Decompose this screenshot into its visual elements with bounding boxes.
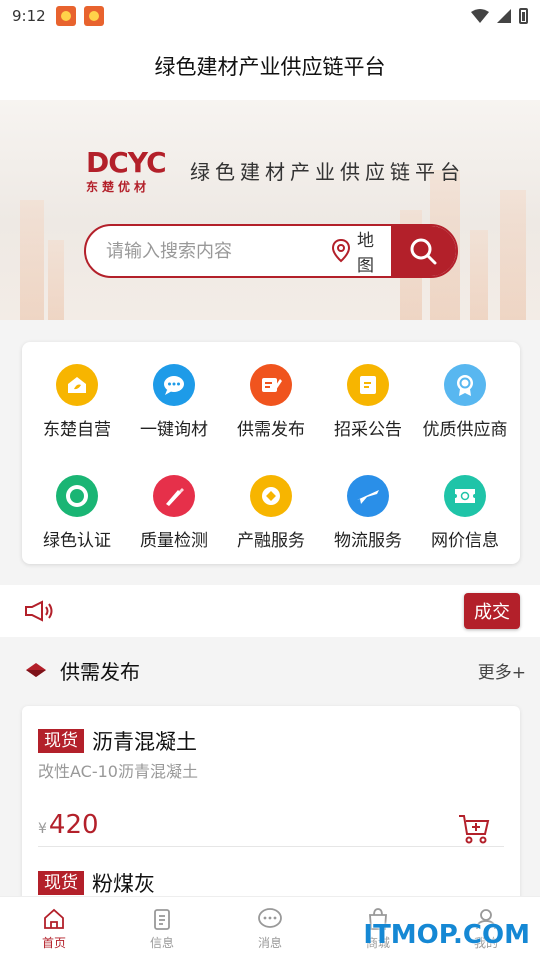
search-input[interactable] xyxy=(86,226,331,276)
grid-item-inquiry[interactable]: 一键询材 xyxy=(125,364,223,440)
product-name: 粉煤灰 xyxy=(92,872,155,896)
app-notification-icon xyxy=(83,6,104,26)
wifi-icon xyxy=(471,9,489,23)
medal-icon xyxy=(444,364,486,406)
edit-note-icon xyxy=(250,364,292,406)
add-to-cart-icon[interactable] xyxy=(458,814,490,844)
more-link[interactable]: 更多+ xyxy=(478,658,526,683)
megaphone-icon xyxy=(25,600,53,622)
product-spec: 改性AC-10沥青混凝土 xyxy=(38,762,198,781)
map-button[interactable]: 地图 xyxy=(331,226,391,276)
status-time: 9:12 xyxy=(12,7,46,25)
battery-icon xyxy=(519,8,528,24)
notice-bar[interactable]: 成交 xyxy=(0,585,540,637)
grid-item-price-info[interactable]: 网价信息 xyxy=(416,475,514,551)
banner-title: 绿色建材产业供应链平台 xyxy=(190,160,465,184)
tab-messages[interactable]: 消息 xyxy=(216,897,324,960)
tools-icon xyxy=(153,475,195,517)
map-pin-icon xyxy=(331,239,351,263)
app-notification-icon xyxy=(55,6,76,26)
clipboard-icon xyxy=(150,907,174,931)
search-button[interactable] xyxy=(390,226,456,276)
product-tag: 现货 xyxy=(38,871,84,895)
brand-logo: DCYC 东楚优材 xyxy=(86,146,167,195)
message-icon xyxy=(257,907,283,931)
signal-icon xyxy=(497,9,511,23)
deal-badge[interactable]: 成交 xyxy=(464,593,520,629)
section-title: 供需发布 xyxy=(60,659,140,684)
grid-item-self-operated[interactable]: 东楚自营 xyxy=(28,364,126,440)
divider xyxy=(38,846,504,847)
certified-icon xyxy=(56,475,98,517)
list-item[interactable]: 现货 粉煤灰 xyxy=(38,868,504,898)
diamond-icon xyxy=(26,663,46,677)
product-tag: 现货 xyxy=(38,729,84,753)
grid-item-publish[interactable]: 供需发布 xyxy=(222,364,320,440)
product-name: 沥青混凝土 xyxy=(92,730,197,754)
grid-item-procurement[interactable]: 招采公告 xyxy=(319,364,417,440)
product-list: 现货 沥青混凝土 改性AC-10沥青混凝土 ¥420 现货 粉煤灰 xyxy=(22,706,520,906)
search-icon xyxy=(410,238,437,265)
section-header: 供需发布 更多+ xyxy=(0,648,540,692)
home-leaf-icon xyxy=(56,364,98,406)
list-item[interactable]: 现货 沥青混凝土 改性AC-10沥青混凝土 ¥420 xyxy=(38,726,504,844)
search-bar: 地图 xyxy=(84,224,458,278)
document-icon xyxy=(347,364,389,406)
ticket-icon xyxy=(444,475,486,517)
grid-item-finance[interactable]: 产融服务 xyxy=(222,475,320,551)
product-price: ¥420 xyxy=(38,810,99,840)
tab-info[interactable]: 信息 xyxy=(108,897,216,960)
home-icon xyxy=(42,907,66,931)
chat-bubble-icon xyxy=(153,364,195,406)
airplane-icon xyxy=(347,475,389,517)
tab-home[interactable]: 首页 xyxy=(0,897,108,960)
grid-item-green-cert[interactable]: 绿色认证 xyxy=(28,475,126,551)
watermark: ITMOP.COM xyxy=(363,920,530,950)
grid-item-quality-test[interactable]: 质量检测 xyxy=(125,475,223,551)
grid-item-logistics[interactable]: 物流服务 xyxy=(319,475,417,551)
map-label: 地图 xyxy=(357,231,374,276)
status-bar: 9:12 xyxy=(0,0,540,32)
feature-grid: 东楚自营 一键询材 供需发布 招采公告 优质供应商 绿色认证 质量检测 产融服务… xyxy=(22,342,520,564)
grid-item-suppliers[interactable]: 优质供应商 xyxy=(416,364,514,440)
page-title: 绿色建材产业供应链平台 xyxy=(0,32,540,100)
coin-icon xyxy=(250,475,292,517)
banner: DCYC 东楚优材 绿色建材产业供应链平台 地图 xyxy=(0,100,540,320)
